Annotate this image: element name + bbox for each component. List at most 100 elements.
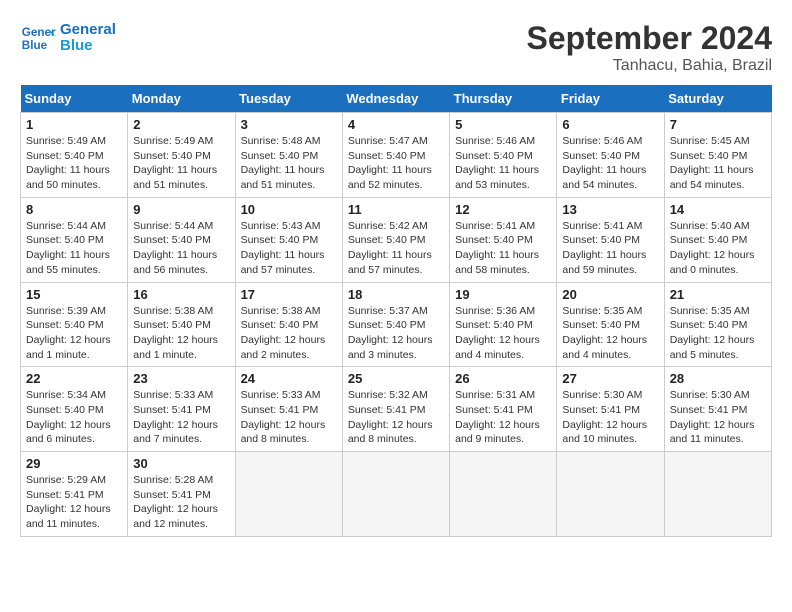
day-info: Sunrise: 5:35 AM Sunset: 5:40 PM Dayligh… — [670, 304, 766, 363]
day-info: Sunrise: 5:45 AM Sunset: 5:40 PM Dayligh… — [670, 134, 766, 193]
day-number: 7 — [670, 117, 766, 132]
day-info: Sunrise: 5:43 AM Sunset: 5:40 PM Dayligh… — [241, 219, 337, 278]
day-info: Sunrise: 5:41 AM Sunset: 5:40 PM Dayligh… — [455, 219, 551, 278]
day-info: Sunrise: 5:42 AM Sunset: 5:40 PM Dayligh… — [348, 219, 444, 278]
day-info: Sunrise: 5:40 AM Sunset: 5:40 PM Dayligh… — [670, 219, 766, 278]
day-cell: 4Sunrise: 5:47 AM Sunset: 5:40 PM Daylig… — [342, 113, 449, 198]
month-title: September 2024 — [527, 20, 772, 57]
day-cell: 10 Sunrise: 5:43 AM Sunset: 5:40 PM Dayli… — [235, 197, 342, 282]
calendar-body: 1 Sunrise: 5:49 AM Sunset: 5:40 PM Daylig… — [21, 113, 772, 537]
day-number: 21 — [670, 287, 766, 302]
day-number: 15 — [26, 287, 122, 302]
day-info: Sunrise: 5:49 AM Sunset: 5:40 PM Dayligh… — [26, 134, 122, 193]
day-info: Sunrise: 5:33 AM Sunset: 5:41 PM Dayligh… — [133, 388, 229, 447]
day-cell: 15 Sunrise: 5:39 AM Sunset: 5:40 PM Dayli… — [21, 282, 128, 367]
week-row-3: 15 Sunrise: 5:39 AM Sunset: 5:40 PM Dayli… — [21, 282, 772, 367]
day-info: Sunrise: 5:48 AM Sunset: 5:40 PM Dayligh… — [241, 134, 337, 193]
week-row-5: 29Sunrise: 5:29 AM Sunset: 5:41 PM Dayli… — [21, 452, 772, 537]
day-number: 18 — [348, 287, 444, 302]
day-cell: 17 Sunrise: 5:38 AM Sunset: 5:40 PM Dayli… — [235, 282, 342, 367]
calendar-table: SundayMondayTuesdayWednesdayThursdayFrid… — [20, 85, 772, 537]
day-number: 1 — [26, 117, 122, 132]
day-number: 4 — [348, 117, 444, 132]
day-cell — [557, 452, 664, 537]
day-info: Sunrise: 5:36 AM Sunset: 5:40 PM Dayligh… — [455, 304, 551, 363]
day-number: 16 — [133, 287, 229, 302]
day-cell: 5 Sunrise: 5:46 AM Sunset: 5:40 PM Daylig… — [450, 113, 557, 198]
weekday-friday: Friday — [557, 85, 664, 113]
day-cell: 30Sunrise: 5:28 AM Sunset: 5:41 PM Dayli… — [128, 452, 235, 537]
day-cell: 22 Sunrise: 5:34 AM Sunset: 5:40 PM Dayli… — [21, 367, 128, 452]
day-cell — [342, 452, 449, 537]
day-cell: 16 Sunrise: 5:38 AM Sunset: 5:40 PM Dayli… — [128, 282, 235, 367]
day-cell — [235, 452, 342, 537]
day-number: 13 — [562, 202, 658, 217]
week-row-4: 22 Sunrise: 5:34 AM Sunset: 5:40 PM Dayli… — [21, 367, 772, 452]
day-info: Sunrise: 5:44 AM Sunset: 5:40 PM Dayligh… — [133, 219, 229, 278]
day-cell: 21 Sunrise: 5:35 AM Sunset: 5:40 PM Dayli… — [664, 282, 771, 367]
day-info: Sunrise: 5:30 AM Sunset: 5:41 PM Dayligh… — [562, 388, 658, 447]
day-number: 3 — [241, 117, 337, 132]
location-title: Tanhacu, Bahia, Brazil — [527, 57, 772, 75]
day-number: 8 — [26, 202, 122, 217]
day-cell: 13 Sunrise: 5:41 AM Sunset: 5:40 PM Dayli… — [557, 197, 664, 282]
day-number: 12 — [455, 202, 551, 217]
day-info: Sunrise: 5:38 AM Sunset: 5:40 PM Dayligh… — [241, 304, 337, 363]
logo-icon: General Blue — [20, 20, 56, 56]
day-info: Sunrise: 5:34 AM Sunset: 5:40 PM Dayligh… — [26, 388, 122, 447]
week-row-1: 1 Sunrise: 5:49 AM Sunset: 5:40 PM Daylig… — [21, 113, 772, 198]
day-cell: 19 Sunrise: 5:36 AM Sunset: 5:40 PM Dayli… — [450, 282, 557, 367]
day-cell — [664, 452, 771, 537]
day-cell: 2 Sunrise: 5:49 AM Sunset: 5:40 PM Daylig… — [128, 113, 235, 198]
day-info: Sunrise: 5:39 AM Sunset: 5:40 PM Dayligh… — [26, 304, 122, 363]
day-info: Sunrise: 5:46 AM Sunset: 5:40 PM Dayligh… — [562, 134, 658, 193]
day-info: Sunrise: 5:31 AM Sunset: 5:41 PM Dayligh… — [455, 388, 551, 447]
day-info: Sunrise: 5:44 AM Sunset: 5:40 PM Dayligh… — [26, 219, 122, 278]
day-number: 5 — [455, 117, 551, 132]
day-number: 2 — [133, 117, 229, 132]
day-info: Sunrise: 5:35 AM Sunset: 5:40 PM Dayligh… — [562, 304, 658, 363]
logo-line1: General — [60, 22, 116, 39]
day-cell: 7 Sunrise: 5:45 AM Sunset: 5:40 PM Daylig… — [664, 113, 771, 198]
day-number: 10 — [241, 202, 337, 217]
day-info: Sunrise: 5:46 AM Sunset: 5:40 PM Dayligh… — [455, 134, 551, 193]
day-cell: 20 Sunrise: 5:35 AM Sunset: 5:40 PM Dayli… — [557, 282, 664, 367]
day-number: 22 — [26, 371, 122, 386]
day-cell: 11 Sunrise: 5:42 AM Sunset: 5:40 PM Dayli… — [342, 197, 449, 282]
day-cell: 3 Sunrise: 5:48 AM Sunset: 5:40 PM Daylig… — [235, 113, 342, 198]
day-cell: 26 Sunrise: 5:31 AM Sunset: 5:41 PM Dayli… — [450, 367, 557, 452]
weekday-monday: Monday — [128, 85, 235, 113]
weekday-saturday: Saturday — [664, 85, 771, 113]
day-cell: 29Sunrise: 5:29 AM Sunset: 5:41 PM Dayli… — [21, 452, 128, 537]
day-number: 17 — [241, 287, 337, 302]
day-cell: 25Sunrise: 5:32 AM Sunset: 5:41 PM Dayli… — [342, 367, 449, 452]
day-cell: 6 Sunrise: 5:46 AM Sunset: 5:40 PM Daylig… — [557, 113, 664, 198]
day-cell: 27 Sunrise: 5:30 AM Sunset: 5:41 PM Dayli… — [557, 367, 664, 452]
day-number: 24 — [241, 371, 337, 386]
weekday-wednesday: Wednesday — [342, 85, 449, 113]
day-cell: 8 Sunrise: 5:44 AM Sunset: 5:40 PM Daylig… — [21, 197, 128, 282]
title-block: September 2024 Tanhacu, Bahia, Brazil — [527, 20, 772, 75]
day-number: 25 — [348, 371, 444, 386]
day-info: Sunrise: 5:49 AM Sunset: 5:40 PM Dayligh… — [133, 134, 229, 193]
day-info: Sunrise: 5:38 AM Sunset: 5:40 PM Dayligh… — [133, 304, 229, 363]
day-number: 28 — [670, 371, 766, 386]
day-number: 11 — [348, 202, 444, 217]
day-info: Sunrise: 5:28 AM Sunset: 5:41 PM Dayligh… — [133, 473, 229, 532]
weekday-sunday: Sunday — [21, 85, 128, 113]
day-number: 27 — [562, 371, 658, 386]
day-cell: 18Sunrise: 5:37 AM Sunset: 5:40 PM Dayli… — [342, 282, 449, 367]
week-row-2: 8 Sunrise: 5:44 AM Sunset: 5:40 PM Daylig… — [21, 197, 772, 282]
page-header: General Blue General Blue September 2024… — [20, 20, 772, 75]
day-info: Sunrise: 5:30 AM Sunset: 5:41 PM Dayligh… — [670, 388, 766, 447]
weekday-tuesday: Tuesday — [235, 85, 342, 113]
day-number: 14 — [670, 202, 766, 217]
day-number: 19 — [455, 287, 551, 302]
day-cell: 14 Sunrise: 5:40 AM Sunset: 5:40 PM Dayli… — [664, 197, 771, 282]
day-number: 26 — [455, 371, 551, 386]
day-info: Sunrise: 5:41 AM Sunset: 5:40 PM Dayligh… — [562, 219, 658, 278]
day-cell: 23Sunrise: 5:33 AM Sunset: 5:41 PM Dayli… — [128, 367, 235, 452]
weekday-thursday: Thursday — [450, 85, 557, 113]
day-number: 6 — [562, 117, 658, 132]
day-number: 20 — [562, 287, 658, 302]
